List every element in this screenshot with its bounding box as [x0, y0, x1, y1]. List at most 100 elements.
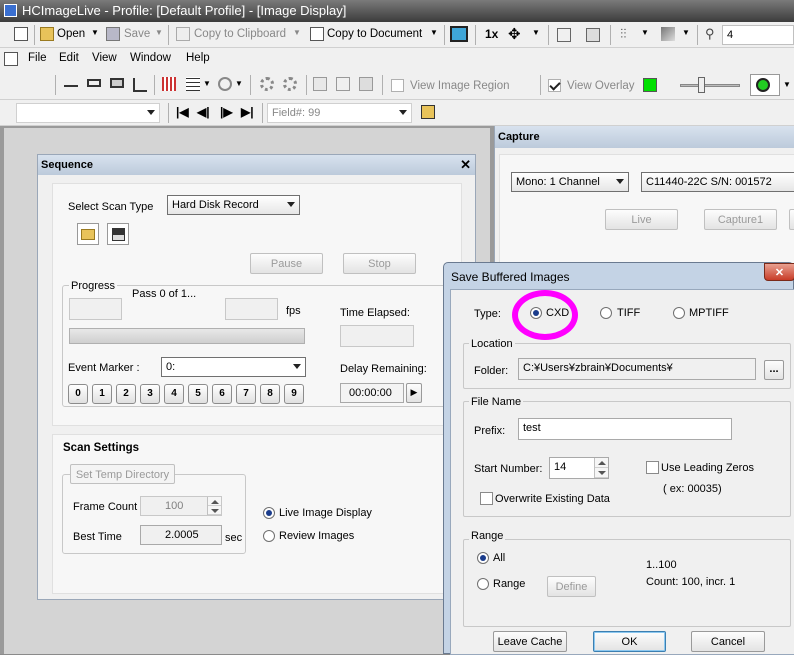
prev-frame-icon[interactable]: ◀|: [197, 105, 210, 119]
location-label: Location: [469, 338, 515, 350]
document-menu-icon[interactable]: [4, 52, 18, 66]
dialog-close-button[interactable]: ✕: [764, 263, 794, 281]
marker-button-8[interactable]: 8: [260, 384, 280, 404]
type-cxd-radio[interactable]: [530, 307, 542, 319]
sequence-title: Sequence ✕: [38, 155, 475, 175]
type-tiff-radio[interactable]: [600, 307, 612, 319]
range-range-radio[interactable]: [477, 578, 489, 590]
zoom-1x-button[interactable]: 1x: [485, 27, 498, 41]
copy-to-document-icon[interactable]: [310, 27, 324, 41]
marker-button-5[interactable]: 5: [188, 384, 208, 404]
live-image-display-radio[interactable]: [263, 507, 275, 519]
marker-button-9[interactable]: 9: [284, 384, 304, 404]
cancel-button[interactable]: Cancel: [691, 631, 765, 652]
view-overlay-checkbox[interactable]: [548, 79, 561, 92]
live-button[interactable]: Live: [605, 209, 678, 230]
overlay-opacity-slider[interactable]: [680, 84, 740, 87]
grid-settings-icon[interactable]: [186, 77, 200, 91]
event-marker-select[interactable]: 0:: [161, 357, 306, 377]
capture-extra-button[interactable]: [789, 209, 794, 230]
field-select[interactable]: Field#: 99: [267, 103, 412, 123]
fullscreen-icon[interactable]: [586, 28, 600, 42]
palette-icon[interactable]: [661, 27, 675, 41]
slider-thumb[interactable]: [698, 77, 705, 93]
ok-button[interactable]: OK: [593, 631, 666, 652]
overlay-color-swatch[interactable]: [643, 78, 657, 92]
playback-select[interactable]: [16, 103, 160, 123]
first-frame-icon[interactable]: |◀: [176, 105, 189, 119]
marker-button-3[interactable]: 3: [140, 384, 160, 404]
menu-window[interactable]: Window: [130, 52, 171, 64]
window-title: HCImageLive - Profile: [Default Profile]…: [22, 3, 347, 18]
marker-button-7[interactable]: 7: [236, 384, 256, 404]
last-frame-icon[interactable]: ▶|: [241, 105, 254, 119]
marker-button-2[interactable]: 2: [116, 384, 136, 404]
overlay-tool-button[interactable]: [750, 74, 780, 96]
save-button[interactable]: [107, 223, 129, 245]
grid-tool-icon[interactable]: [162, 77, 176, 91]
pause-button[interactable]: Pause: [250, 253, 323, 274]
view-image-region-checkbox[interactable]: [391, 79, 404, 92]
export-icon[interactable]: [421, 105, 435, 119]
type-mptiff-radio[interactable]: [673, 307, 685, 319]
next-frame-icon[interactable]: |▶: [220, 105, 233, 119]
pan-icon[interactable]: ✥: [508, 25, 521, 43]
delay-play-button[interactable]: ▶: [406, 383, 422, 403]
camera-select[interactable]: C11440-22C S/N: 001572: [641, 172, 794, 192]
prefix-label: Prefix:: [474, 425, 506, 437]
new-document-icon[interactable]: [14, 27, 28, 41]
histogram-icon[interactable]: ⫶⫶: [620, 26, 627, 42]
set-temp-directory-button[interactable]: Set Temp Directory: [70, 464, 175, 484]
magnifier-icon: ⚲: [705, 26, 715, 41]
menu-edit[interactable]: Edit: [59, 52, 79, 64]
fit-window-icon[interactable]: [557, 28, 571, 42]
close-icon: ✕: [774, 267, 785, 279]
monitor-icon[interactable]: [450, 26, 468, 42]
folder-field[interactable]: C:¥Users¥zbrain¥Documents¥: [518, 358, 756, 380]
image-region-icon[interactable]: [313, 77, 327, 91]
histogram-tool-icon[interactable]: [133, 78, 147, 92]
line-profile-icon[interactable]: [64, 79, 78, 87]
rotate-icon[interactable]: [218, 77, 232, 91]
save-button[interactable]: Save: [124, 28, 150, 40]
font-icon[interactable]: [336, 77, 350, 91]
crop-icon[interactable]: [359, 77, 373, 91]
define-button[interactable]: Define: [547, 576, 596, 597]
gear-icon[interactable]: [260, 77, 274, 91]
marker-button-1[interactable]: 1: [92, 384, 112, 404]
leading-zeros-checkbox[interactable]: [646, 461, 659, 474]
gear-multi-icon[interactable]: [283, 77, 297, 91]
close-icon[interactable]: ✕: [460, 157, 471, 173]
open-folder-button[interactable]: [77, 223, 99, 245]
start-number-spinner[interactable]: [594, 458, 608, 478]
channel-select[interactable]: Mono: 1 Channel: [511, 172, 629, 192]
menu-view[interactable]: View: [92, 52, 117, 64]
open-dropdown-icon[interactable]: ▼: [91, 28, 99, 37]
stop-button[interactable]: Stop: [343, 253, 416, 274]
magnifier-select[interactable]: 4: [722, 25, 794, 45]
capture1-button[interactable]: Capture1: [704, 209, 777, 230]
overwrite-checkbox[interactable]: [480, 492, 493, 505]
scan-type-select[interactable]: Hard Disk Record: [167, 195, 300, 215]
review-images-label: Review Images: [279, 530, 355, 542]
browse-button[interactable]: ...: [764, 360, 784, 380]
copy-to-clipboard-button[interactable]: Copy to Clipboard: [194, 28, 286, 40]
open-folder-icon[interactable]: [40, 27, 54, 41]
menu-file[interactable]: File: [28, 52, 47, 64]
save-disk-icon[interactable]: [106, 27, 120, 41]
marker-button-0[interactable]: 0: [68, 384, 88, 404]
prefix-field[interactable]: test: [518, 418, 732, 440]
menu-help[interactable]: Help: [186, 52, 210, 64]
frame-count-spinner[interactable]: [207, 497, 221, 515]
copy-to-document-button[interactable]: Copy to Document: [327, 28, 422, 40]
marker-button-4[interactable]: 4: [164, 384, 184, 404]
range-all-radio[interactable]: [477, 552, 489, 564]
copy-icon[interactable]: [176, 27, 190, 41]
review-images-radio[interactable]: [263, 530, 275, 542]
open-button[interactable]: Open: [57, 28, 85, 40]
type-cxd-label: CXD: [546, 307, 570, 319]
marker-button-6[interactable]: 6: [212, 384, 232, 404]
rectangle-tool-icon[interactable]: [87, 79, 101, 87]
rectangle-measure-icon[interactable]: [110, 78, 124, 88]
leave-cache-button[interactable]: Leave Cache: [493, 631, 567, 652]
